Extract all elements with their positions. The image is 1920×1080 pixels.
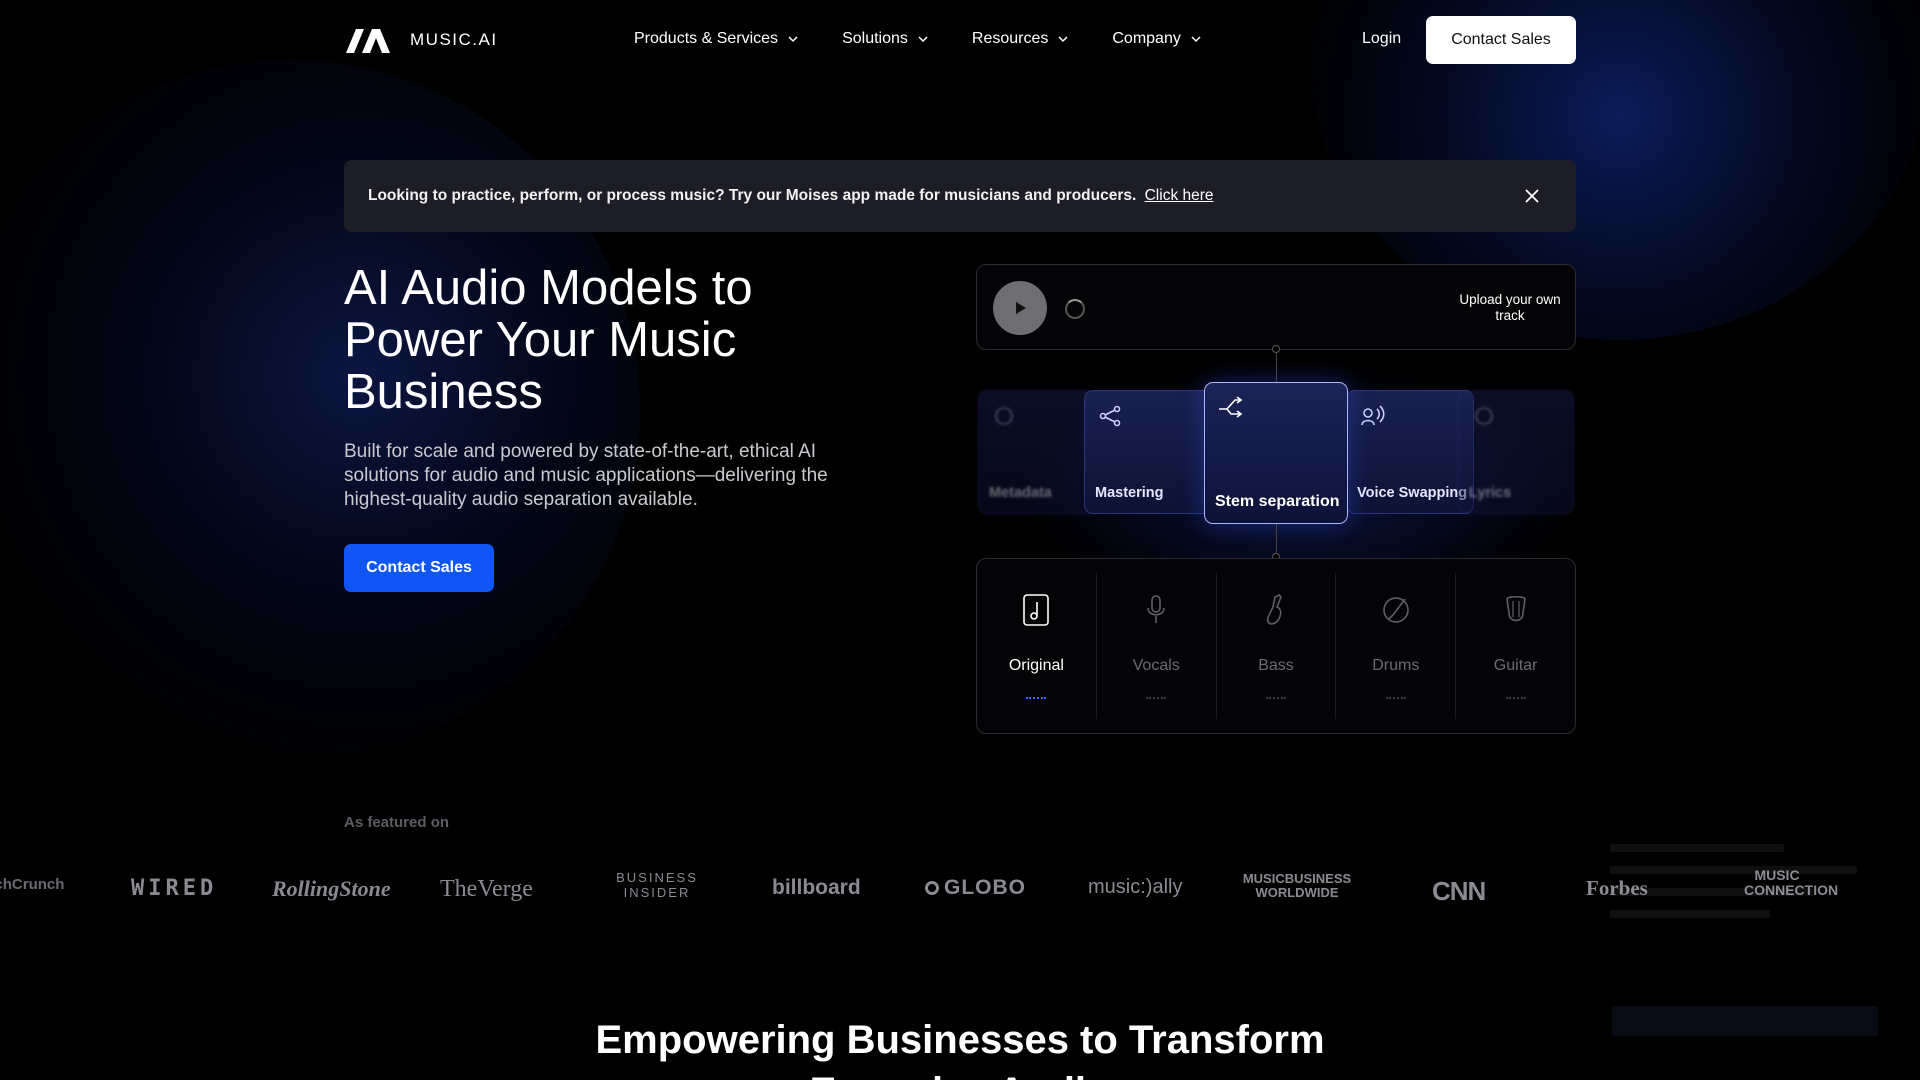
menu-resources[interactable]: Resources (972, 30, 1068, 48)
stem-label: Original (1008, 657, 1064, 674)
section-title: Empowering Businesses to Transform Every… (595, 1018, 1325, 1080)
banner-message: Looking to practice, perform, or process… (368, 187, 1137, 204)
stem-level-indicator (1505, 697, 1526, 699)
stem-level-indicator (1146, 697, 1167, 699)
stem-selector: Original Vocals Bass Drums Guitar (976, 558, 1576, 734)
stem-label: Guitar (1493, 657, 1538, 674)
contact-sales-hero-button[interactable]: Contact Sales (344, 544, 494, 592)
stem-vocals[interactable]: Vocals (1097, 573, 1217, 719)
logo-globo-text: GLOBO (944, 876, 1026, 899)
featured-label: As featured on (344, 814, 450, 831)
card-voice-swapping[interactable]: Voice Swapping (1346, 390, 1474, 514)
stem-drums[interactable]: Drums (1336, 573, 1457, 719)
music-file-icon (1023, 594, 1050, 626)
lyrics-icon (1475, 407, 1493, 425)
play-icon (1016, 302, 1026, 314)
card-lyrics[interactable]: Lyrics (1458, 390, 1574, 514)
chevron-down-icon (1058, 36, 1068, 43)
stem-label: Drums (1372, 657, 1420, 674)
stem-level-indicator (1385, 697, 1406, 699)
card-stem-separation[interactable]: Stem separation (1204, 382, 1348, 524)
connector-line (1276, 350, 1277, 384)
guitar-icon (1505, 595, 1526, 622)
logo-rollingstone: RollingStone (272, 876, 391, 901)
loading-spinner (1065, 299, 1085, 319)
logo-techcrunch: TechCrunch (0, 876, 65, 893)
card-label: Stem separation (1215, 493, 1340, 510)
stem-label: Vocals (1132, 657, 1180, 674)
split-arrows-icon (1219, 396, 1243, 418)
card-label: Metadata (989, 485, 1052, 501)
top-nav: MUSIC.AI Products & Services Solutions R… (0, 0, 1920, 80)
banner-click-here-link[interactable]: Click here (1145, 187, 1214, 204)
card-label: Mastering (1095, 485, 1164, 501)
logo-billboard: billboard (772, 876, 861, 899)
model-carousel: Metadata Mastering Voice Swapping Lyrics… (976, 380, 1576, 530)
tag-icon (995, 407, 1013, 425)
logo-globo: GLOBO (925, 876, 1026, 900)
moises-promo-banner: Looking to practice, perform, or process… (344, 160, 1576, 232)
stem-bass[interactable]: Bass (1217, 573, 1337, 719)
microphone-icon (1147, 595, 1165, 623)
bass-icon (1267, 594, 1282, 625)
stem-guitar[interactable]: Guitar (1456, 573, 1575, 719)
logo-text: MUSIC.AI (410, 30, 498, 49)
contact-sales-nav-button[interactable]: Contact Sales (1426, 16, 1576, 64)
voice-icon (1361, 405, 1385, 426)
hero-title: AI Audio Models to Power Your Music Busi… (344, 261, 753, 419)
connector-dot (1272, 345, 1280, 353)
share-nodes-icon (1099, 405, 1121, 427)
card-mastering[interactable]: Mastering (1084, 390, 1214, 514)
play-button[interactable] (993, 281, 1047, 335)
chevron-down-icon (918, 36, 928, 43)
stem-label: Bass (1258, 657, 1294, 674)
logo-music-business-worldwide: MUSICBUSINESS WORLDWIDE (1242, 871, 1352, 900)
menu-item-label: Solutions (842, 30, 908, 47)
hero-subtitle: Built for scale and powered by state-of-… (344, 441, 828, 510)
stem-level-indicator (1265, 697, 1286, 699)
menu-item-label: Resources (971, 30, 1049, 47)
faded-overlay-panel (1600, 830, 1890, 1040)
logo-musically: music:)ally (1088, 876, 1183, 898)
login-link[interactable]: Login (1362, 30, 1401, 48)
drum-icon (1382, 597, 1409, 623)
logo[interactable]: MUSIC.AI (344, 26, 498, 54)
logo-theverge: TheVerge (440, 876, 533, 902)
stem-original[interactable]: Original (977, 573, 1097, 719)
close-icon[interactable] (1522, 186, 1542, 206)
stem-level-indicator (1026, 697, 1047, 699)
upload-track-button[interactable]: Upload your own track (1455, 292, 1565, 324)
chevron-down-icon (1191, 36, 1201, 43)
logo-business-insider: BUSINESS INSIDER (616, 870, 698, 900)
menu-solutions[interactable]: Solutions (842, 30, 928, 48)
card-metadata[interactable]: Metadata (978, 390, 1096, 514)
music-ai-logo-icon (346, 29, 390, 53)
audio-player: Upload your own track (976, 264, 1576, 350)
logo-wired: WIRED (131, 876, 218, 901)
logo-cnn: CNN (1432, 876, 1486, 906)
chevron-down-icon (788, 36, 798, 43)
globo-circle-icon (925, 881, 939, 895)
menu-item-label: Company (1112, 30, 1181, 47)
main-menu: Products & Services Solutions Resources … (634, 30, 1245, 48)
card-label: Voice Swapping (1357, 485, 1468, 501)
menu-products-services[interactable]: Products & Services (634, 30, 798, 48)
menu-company[interactable]: Company (1112, 30, 1201, 48)
card-label: Lyrics (1469, 485, 1512, 501)
banner-text: Looking to practice, perform, or process… (368, 187, 1214, 205)
menu-item-label: Products & Services (634, 30, 779, 47)
